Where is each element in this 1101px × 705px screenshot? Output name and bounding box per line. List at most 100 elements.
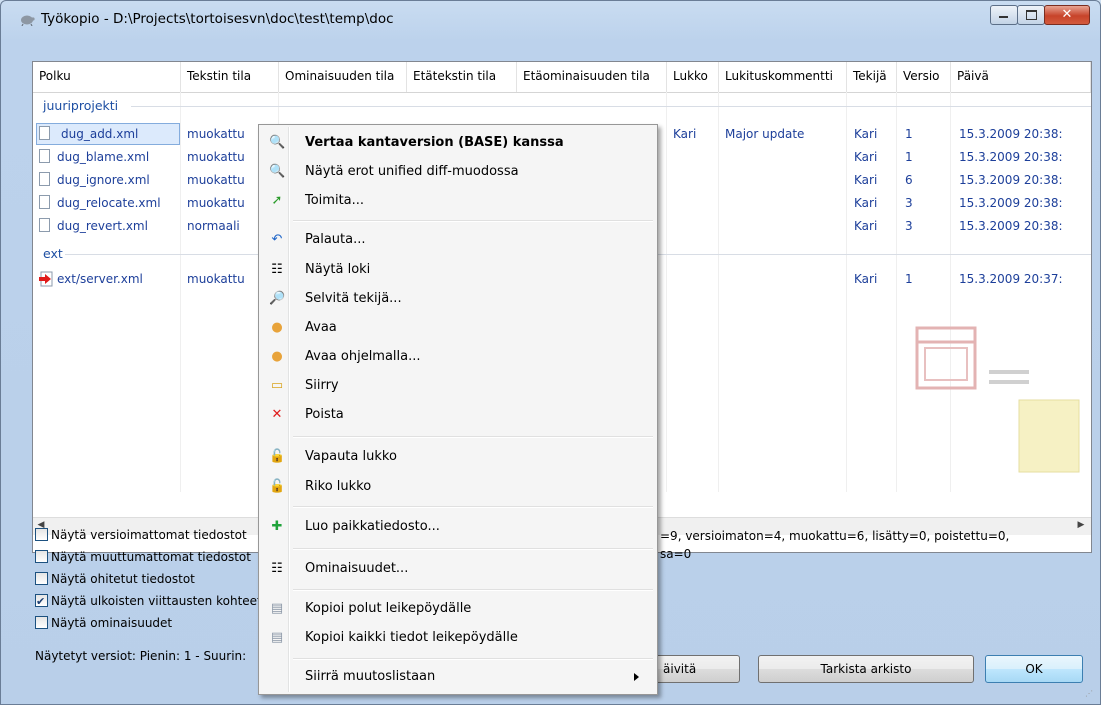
maximize-button[interactable] <box>1017 5 1045 25</box>
column-header-property-status[interactable]: Ominaisuuden tila <box>279 62 407 92</box>
menu-item-copy-paths[interactable]: ▤ Kopioi polut leikepöydälle <box>261 595 655 623</box>
column-header-revision[interactable]: Versio <box>897 62 951 92</box>
column-header-remote-property-status[interactable]: Etäominaisuuden tila <box>517 62 667 92</box>
checkbox-box[interactable] <box>35 550 48 563</box>
checkbox-show-ignored[interactable]: Näytä ohitetut tiedostot <box>35 569 195 589</box>
menu-item-commit[interactable]: ➚ Toimita... <box>261 187 655 215</box>
file-path: dug_blame.xml <box>57 150 150 164</box>
commit-arrow-icon: ➚ <box>271 193 283 208</box>
menu-item-delete[interactable]: ✕ Poista <box>261 401 655 429</box>
menu-item-label: Vapauta lukko <box>305 449 397 464</box>
properties-icon: ☷ <box>271 561 283 576</box>
menu-item-label: Palauta... <box>305 232 366 247</box>
author: Kari <box>854 272 878 286</box>
group-label-root: juuriprojekti <box>43 98 119 113</box>
menu-item-break-lock[interactable]: 🔓 Riko lukko <box>261 473 655 501</box>
column-header-date[interactable]: Päivä <box>951 62 1091 92</box>
unified-diff-icon: 🔍 <box>269 164 286 179</box>
patch-icon: ✚ <box>271 519 283 534</box>
menu-item-revert[interactable]: ↶ Palauta... <box>261 226 655 254</box>
close-button[interactable]: ✕ <box>1044 5 1090 25</box>
menu-item-label: Siirrä muutoslistaan <box>305 669 436 684</box>
menu-item-compare-base[interactable]: 🔍 Vertaa kantaversion (BASE) kanssa <box>261 129 655 157</box>
file-path: dug_add.xml <box>36 123 180 145</box>
menu-item-explore[interactable]: ▭ Siirry <box>261 372 655 400</box>
menu-item-properties[interactable]: ☷ Ominaisuudet... <box>261 555 655 583</box>
menu-item-open[interactable]: ● Avaa <box>261 314 655 342</box>
menu-item-label: Avaa ohjelmalla... <box>305 349 421 364</box>
column-header-text-status[interactable]: Tekstin tila <box>181 62 279 92</box>
file-icon <box>39 172 50 186</box>
checkbox-label: Näytä versioimattomat tiedostot <box>51 528 247 542</box>
lock-comment: Major update <box>725 127 805 141</box>
menu-item-release-lock[interactable]: 🔓 Vapauta lukko <box>261 443 655 471</box>
author: Kari <box>854 196 878 210</box>
menu-item-blame[interactable]: 🔎 Selvitä tekijä... <box>261 285 655 313</box>
date: 15.3.2009 20:38: <box>959 127 1063 141</box>
resize-grip-icon[interactable]: ⋰ <box>1085 689 1095 699</box>
date: 15.3.2009 20:37: <box>959 272 1063 286</box>
delete-icon: ✕ <box>271 407 283 422</box>
open-icon: ● <box>271 320 283 335</box>
log-icon: ☷ <box>271 262 283 277</box>
context-menu: 🔍 Vertaa kantaversion (BASE) kanssa 🔍 Nä… <box>258 124 658 695</box>
break-lock-icon: 🔓 <box>269 479 286 494</box>
copy-all-icon: ▤ <box>270 630 284 645</box>
menu-item-show-log[interactable]: ☷ Näytä loki <box>261 256 655 284</box>
menu-item-create-patch[interactable]: ✚ Luo paikkatiedosto... <box>261 513 655 541</box>
revision: 1 <box>905 272 913 286</box>
file-path: dug_ignore.xml <box>57 173 150 187</box>
checkbox-show-unmodified[interactable]: Näytä muuttumattomat tiedostot <box>35 547 251 567</box>
title-bar: Työkopio - D:\Projects\tortoisesvn\doc\t… <box>1 1 1100 37</box>
column-header-path[interactable]: Polku <box>33 62 181 92</box>
diff-magnifier-icon: 🔍 <box>269 135 286 150</box>
checkbox-show-unversioned[interactable]: Näytä versioimattomat tiedostot <box>35 525 247 545</box>
status-line-2: sa=0 <box>660 547 692 561</box>
menu-item-label: Kopioi kaikki tiedot leikepöydälle <box>305 630 518 645</box>
checkbox-box[interactable] <box>35 528 48 541</box>
versions-label: Näytetyt versiot: Pienin: 1 - Suurin: <box>35 649 247 663</box>
checkbox-box[interactable]: ✔ <box>35 594 48 608</box>
date: 15.3.2009 20:38: <box>959 173 1063 187</box>
file-icon <box>39 195 50 209</box>
column-header-lock-comment[interactable]: Lukituskommentti <box>719 62 847 92</box>
modified-file-icon <box>39 271 53 287</box>
menu-item-move-to-changelist[interactable]: Siirrä muutoslistaan <box>261 663 655 691</box>
date: 15.3.2009 20:38: <box>959 219 1063 233</box>
checkbox-box[interactable] <box>35 572 48 585</box>
checkbox-label: Näytä muuttumattomat tiedostot <box>51 550 251 564</box>
status-line-1: =9, versioimaton=4, muokattu=6, lisätty=… <box>660 529 1010 543</box>
submenu-arrow-icon <box>634 673 639 681</box>
minimize-button[interactable] <box>990 5 1018 25</box>
column-header-author[interactable]: Tekijä <box>847 62 897 92</box>
window-title: Työkopio - D:\Projects\tortoisesvn\doc\t… <box>41 11 394 27</box>
checkbox-label: Näytä ohitetut tiedostot <box>51 572 195 586</box>
author: Kari <box>854 173 878 187</box>
revision: 1 <box>905 150 913 164</box>
file-icon <box>39 218 50 232</box>
group-label-ext: ext <box>43 246 63 261</box>
revision: 6 <box>905 173 913 187</box>
checkbox-label: Näytä ominaisuudet <box>51 616 173 630</box>
tortoise-app-icon <box>21 15 35 26</box>
checkbox-show-externals[interactable]: ✔ Näytä ulkoisten viittausten kohteet <box>35 591 262 611</box>
copy-paths-icon: ▤ <box>270 601 284 616</box>
revert-icon: ↶ <box>271 232 283 247</box>
checkbox-show-properties[interactable]: Näytä ominaisuudet <box>35 613 172 633</box>
menu-item-unified-diff[interactable]: 🔍 Näytä erot unified diff-muodossa <box>261 158 655 186</box>
date: 15.3.2009 20:38: <box>959 196 1063 210</box>
checkbox-box[interactable] <box>35 616 48 629</box>
ok-button[interactable]: OK <box>985 655 1083 683</box>
checkmark-icon: ✔ <box>36 595 46 608</box>
unlock-icon: 🔓 <box>269 449 286 464</box>
check-repository-button[interactable]: Tarkista arkisto <box>758 655 974 683</box>
revision: 3 <box>905 196 913 210</box>
column-header-remote-text-status[interactable]: Etätekstin tila <box>407 62 517 92</box>
menu-item-copy-all[interactable]: ▤ Kopioi kaikki tiedot leikepöydälle <box>261 624 655 652</box>
revision: 1 <box>905 127 913 141</box>
menu-item-label: Näytä erot unified diff-muodossa <box>305 164 519 179</box>
column-header-lock[interactable]: Lukko <box>667 62 719 92</box>
menu-item-open-with[interactable]: ● Avaa ohjelmalla... <box>261 343 655 371</box>
menu-item-label: Avaa <box>305 320 337 335</box>
open-with-icon: ● <box>271 349 283 364</box>
